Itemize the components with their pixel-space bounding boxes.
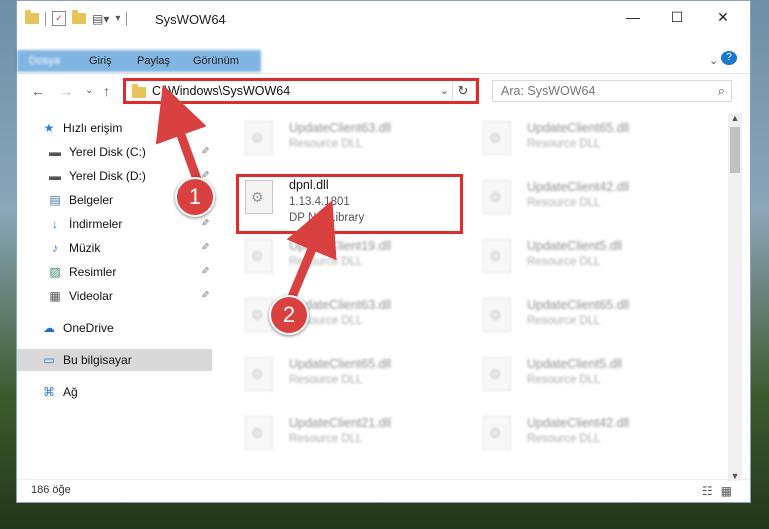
annotation-arrows — [155, 84, 337, 299]
arrow-to-address — [155, 84, 207, 184]
step-1-badge: 1 — [175, 177, 215, 217]
step-2-badge: 2 — [269, 295, 309, 335]
arrow-to-file — [286, 200, 337, 299]
